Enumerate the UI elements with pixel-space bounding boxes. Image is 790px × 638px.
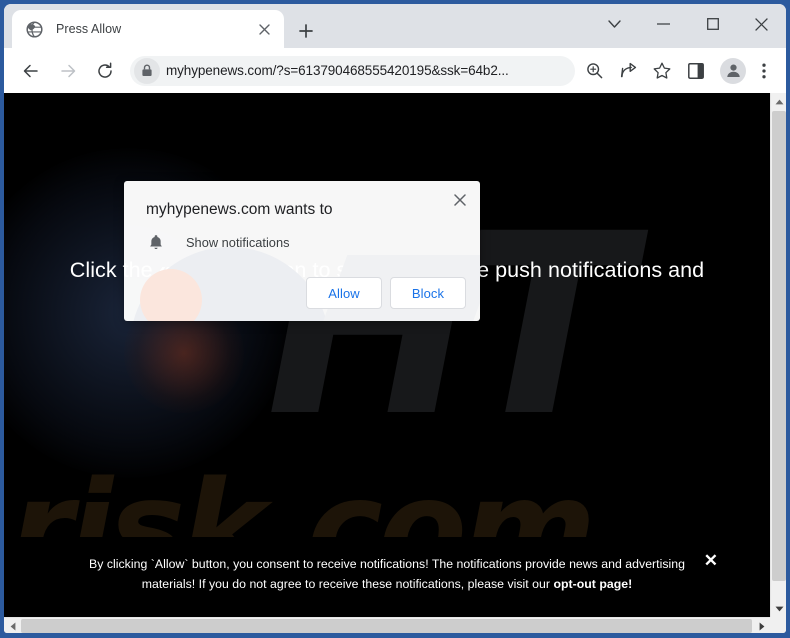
browser-toolbar: myhypenews.com/?s=613790468555420195&ssk…	[4, 48, 786, 93]
new-tab-button[interactable]	[292, 17, 320, 45]
globe-icon	[26, 20, 43, 38]
page-viewport: HT risk.com Click the «Allow» button to …	[4, 93, 786, 633]
bell-icon	[146, 232, 166, 252]
scroll-up-arrow-icon[interactable]	[771, 93, 786, 110]
vertical-scroll-track[interactable]	[771, 110, 786, 600]
minimize-icon[interactable]	[639, 4, 688, 44]
chrome-browser: Press Allow myhypenews.com/?s=6137904685…	[4, 4, 786, 633]
share-icon[interactable]	[613, 56, 643, 86]
consent-optout-link[interactable]: opt-out page	[553, 577, 628, 591]
page-content: HT risk.com Click the «Allow» button to …	[4, 93, 770, 617]
window-controls	[590, 4, 786, 44]
browser-tab-press-allow[interactable]: Press Allow	[12, 10, 284, 48]
horizontal-scroll-track[interactable]	[21, 618, 752, 633]
block-button[interactable]: Block	[390, 277, 466, 309]
consent-banner: By clicking `Allow` button, you consent …	[4, 537, 770, 617]
horizontal-scroll-thumb[interactable]	[21, 619, 752, 633]
scroll-left-arrow-icon[interactable]	[4, 618, 21, 633]
permission-request-label: Show notifications	[186, 234, 290, 250]
tab-title: Press Allow	[56, 22, 122, 36]
zoom-search-icon[interactable]	[579, 56, 609, 86]
tab-search-chevron-down-icon[interactable]	[590, 4, 639, 44]
scrollbar-corner	[770, 617, 786, 633]
forward-button[interactable]	[52, 55, 84, 87]
back-button[interactable]	[15, 55, 47, 87]
consent-line-end: !	[628, 577, 633, 592]
consent-banner-close-icon[interactable]: ✕	[704, 552, 718, 569]
vertical-scroll-thumb[interactable]	[772, 111, 786, 581]
reload-button[interactable]	[89, 55, 121, 87]
lock-icon[interactable]	[134, 57, 160, 84]
scroll-down-arrow-icon[interactable]	[771, 600, 786, 617]
address-bar-url[interactable]: myhypenews.com/?s=613790468555420195&ssk…	[166, 63, 569, 78]
permission-dialog-actions: Allow Block	[306, 277, 466, 309]
notification-permission-dialog: myhypenews.com wants to Show notificatio…	[124, 181, 480, 321]
close-tab-icon[interactable]	[254, 19, 274, 39]
allow-button[interactable]: Allow	[306, 277, 382, 309]
permission-dialog-title: myhypenews.com wants to	[146, 201, 333, 218]
close-window-icon[interactable]	[737, 4, 786, 44]
horizontal-scrollbar[interactable]	[4, 617, 786, 633]
scroll-right-arrow-icon[interactable]	[753, 618, 770, 633]
profile-button[interactable]	[718, 56, 748, 86]
profile-avatar-icon	[720, 57, 746, 84]
browser-window-frame: Press Allow myhypenews.com/?s=6137904685…	[0, 0, 790, 638]
close-dialog-icon[interactable]	[449, 189, 471, 211]
bookmark-star-icon[interactable]	[647, 56, 677, 86]
permission-request-row: Show notifications	[146, 232, 290, 252]
consent-banner-text: By clicking `Allow` button, you consent …	[67, 555, 707, 595]
maximize-icon[interactable]	[688, 4, 737, 44]
three-dot-menu-icon[interactable]	[751, 56, 777, 86]
vertical-scrollbar[interactable]	[770, 93, 786, 617]
tab-strip: Press Allow	[4, 4, 786, 48]
side-panel-icon[interactable]	[681, 56, 711, 86]
address-bar[interactable]: myhypenews.com/?s=613790468555420195&ssk…	[130, 55, 575, 86]
